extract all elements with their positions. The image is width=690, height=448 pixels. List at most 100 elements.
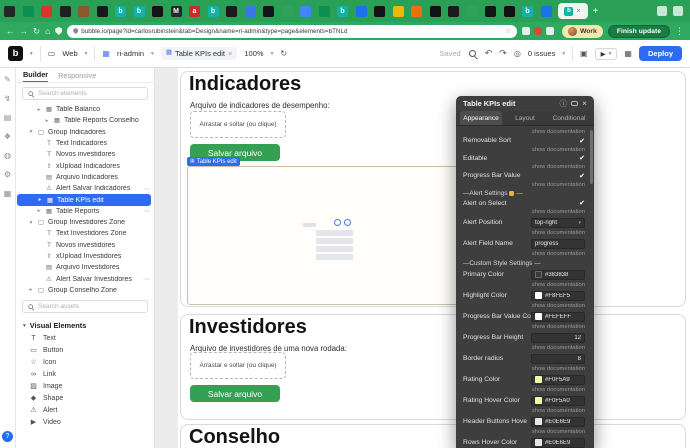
help-button[interactable]: ? xyxy=(2,431,13,442)
browser-menu-icon[interactable]: ⋮ xyxy=(675,26,684,37)
tab-tiling-icon[interactable] xyxy=(657,6,667,16)
group-investidores[interactable]: Investidores Arquivo de investidores de … xyxy=(180,314,686,420)
tree-item[interactable]: ▸ ▦ Table Balanco xyxy=(16,104,154,115)
upload-dropzone[interactable]: Arrastar e soltar (ou clique) xyxy=(190,111,286,138)
browser-tab[interactable] xyxy=(466,5,478,17)
panel-header[interactable]: Table KPIs edit ⓘ × xyxy=(456,96,594,111)
new-tab-icon[interactable]: + xyxy=(593,6,599,17)
group-conselho[interactable]: Conselho xyxy=(180,424,686,448)
shield-icon[interactable] xyxy=(55,27,63,35)
table-refresh-icon[interactable] xyxy=(334,219,341,226)
more-options-icon[interactable]: ⋯ xyxy=(143,185,154,193)
checkbox-checked-icon[interactable]: ✔ xyxy=(579,154,585,162)
tree-item[interactable]: ▸ ▦ Table Reports Conselho xyxy=(16,115,154,126)
section-heading[interactable]: Investidores xyxy=(189,316,307,339)
search-elements-input[interactable]: Search elements xyxy=(22,87,148,100)
active-browser-tab[interactable]: b × xyxy=(557,3,588,19)
preview-button[interactable]: ▶ ▾ xyxy=(594,47,618,60)
visual-elements-header[interactable]: ▾ Visual Elements xyxy=(16,319,154,332)
asset-item[interactable]: ▨ Image xyxy=(16,380,154,392)
finish-update-button[interactable]: Finish update xyxy=(607,24,670,38)
browser-tab[interactable] xyxy=(41,5,52,17)
issues-counter[interactable]: 0 issues xyxy=(528,49,556,58)
bubble-logo[interactable]: b xyxy=(8,46,23,61)
dropdown[interactable]: top-right ▾ xyxy=(531,217,585,228)
tree-item[interactable]: ⇧ xUpload Investidores xyxy=(16,251,154,262)
input-field[interactable]: #E0E6E9 xyxy=(531,416,585,427)
show-documentation-link[interactable]: show documentation xyxy=(463,146,585,154)
browser-tab[interactable] xyxy=(429,5,441,17)
browser-tab[interactable] xyxy=(78,5,89,17)
device-selector[interactable]: Web xyxy=(62,49,77,58)
browser-tab[interactable] xyxy=(355,5,367,17)
browser-tab[interactable]: M xyxy=(170,5,182,17)
checkbox-checked-icon[interactable]: ✔ xyxy=(579,137,585,145)
grid-icon[interactable]: ▦ xyxy=(624,49,632,58)
profile-chip[interactable]: Work xyxy=(561,24,603,38)
panel-tab-appearance[interactable]: Appearance xyxy=(460,111,502,125)
zoom-selector[interactable]: 100% xyxy=(244,49,263,58)
comment-icon[interactable] xyxy=(571,101,579,106)
tree-caret-icon[interactable]: ▾ xyxy=(28,129,34,135)
asset-item[interactable]: ▭ Button xyxy=(16,344,154,356)
tree-caret-icon[interactable]: ▸ xyxy=(28,287,34,293)
show-documentation-link[interactable]: show documentation xyxy=(463,323,585,331)
color-swatch[interactable] xyxy=(535,271,542,278)
group-indicadores[interactable]: Indicadores Arquivo de indicadores de de… xyxy=(180,71,686,307)
tree-caret-icon[interactable]: ▸ xyxy=(37,197,43,203)
tree-item[interactable]: ▾ ▢ Group Indicadores xyxy=(16,127,154,138)
input-field[interactable]: #FEFEFF xyxy=(531,311,585,322)
tree-item[interactable]: ▾ ▢ Group Investidores Zone xyxy=(16,217,154,228)
input-field[interactable]: #F8FEF5 xyxy=(531,290,585,301)
extension-icon[interactable] xyxy=(522,27,531,35)
input-field[interactable]: progress xyxy=(531,238,585,249)
input-field[interactable]: #E0E6E9 xyxy=(531,437,585,448)
color-swatch[interactable] xyxy=(535,397,542,404)
browser-tab[interactable] xyxy=(59,5,71,17)
color-swatch[interactable] xyxy=(535,376,542,383)
tree-caret-icon[interactable]: ▸ xyxy=(36,208,42,214)
input-field[interactable]: #383838 xyxy=(531,269,585,280)
browser-tab[interactable] xyxy=(374,5,385,17)
design-icon[interactable]: ✎ xyxy=(4,76,11,84)
show-documentation-link[interactable]: show documentation xyxy=(463,365,585,373)
color-swatch[interactable] xyxy=(535,292,542,299)
plugins-icon[interactable]: ◍ xyxy=(4,152,11,160)
browser-tab[interactable] xyxy=(22,5,34,17)
panel-tab-layout[interactable]: Layout xyxy=(504,111,546,125)
close-icon[interactable]: × xyxy=(228,49,232,58)
save-file-button[interactable]: Salvar arquivo xyxy=(190,385,280,402)
tree-caret-icon[interactable]: ▸ xyxy=(44,118,50,124)
extension-icon[interactable] xyxy=(534,27,543,35)
color-swatch[interactable] xyxy=(535,418,542,425)
show-documentation-link[interactable]: show documentation xyxy=(463,281,585,289)
redo-icon[interactable]: ↷ xyxy=(499,49,507,58)
address-bar[interactable]: bubble.io/page?id=carlosrubinstein&tab=D… xyxy=(67,24,518,38)
tree-item[interactable]: T Text Indicadores xyxy=(16,138,154,149)
section-heading[interactable]: Conselho xyxy=(189,426,280,448)
tree-item[interactable]: ▤ Arquivo Indicadores xyxy=(16,172,154,183)
extension-icon[interactable] xyxy=(546,27,555,35)
show-documentation-link[interactable]: show documentation xyxy=(463,386,585,394)
scrollbar-thumb[interactable] xyxy=(590,130,593,184)
reload-icon[interactable]: ↻ xyxy=(33,27,40,36)
browser-tab[interactable] xyxy=(503,5,515,17)
input-field[interactable]: #F0F5A9 xyxy=(531,374,585,385)
browser-tab[interactable]: b xyxy=(133,5,145,17)
browser-tab[interactable] xyxy=(540,5,552,17)
bookmark-star-icon[interactable]: ☆ xyxy=(505,27,511,35)
logs-icon[interactable]: ▦ xyxy=(4,190,12,198)
show-documentation-link[interactable]: show documentation xyxy=(463,428,585,436)
element-tab[interactable]: ▦ Table KPIs edit × xyxy=(160,47,238,60)
browser-tab[interactable]: b xyxy=(337,5,348,17)
closed-tabs-icon[interactable] xyxy=(673,6,683,16)
input-field[interactable]: 12 xyxy=(531,332,585,343)
asset-item[interactable]: ⚠ Alert xyxy=(16,404,154,416)
browser-tab[interactable] xyxy=(226,5,237,17)
asset-item[interactable]: ▶ Video xyxy=(16,416,154,428)
settings-icon[interactable]: ⚙ xyxy=(4,171,11,179)
panel-tab-conditional[interactable]: Conditional xyxy=(548,111,590,125)
show-documentation-link[interactable]: show documentation xyxy=(463,208,585,216)
tree-item[interactable]: ▸ ▢ Group Conselho Zone xyxy=(16,285,154,296)
show-documentation-link[interactable]: show documentation xyxy=(463,181,585,189)
